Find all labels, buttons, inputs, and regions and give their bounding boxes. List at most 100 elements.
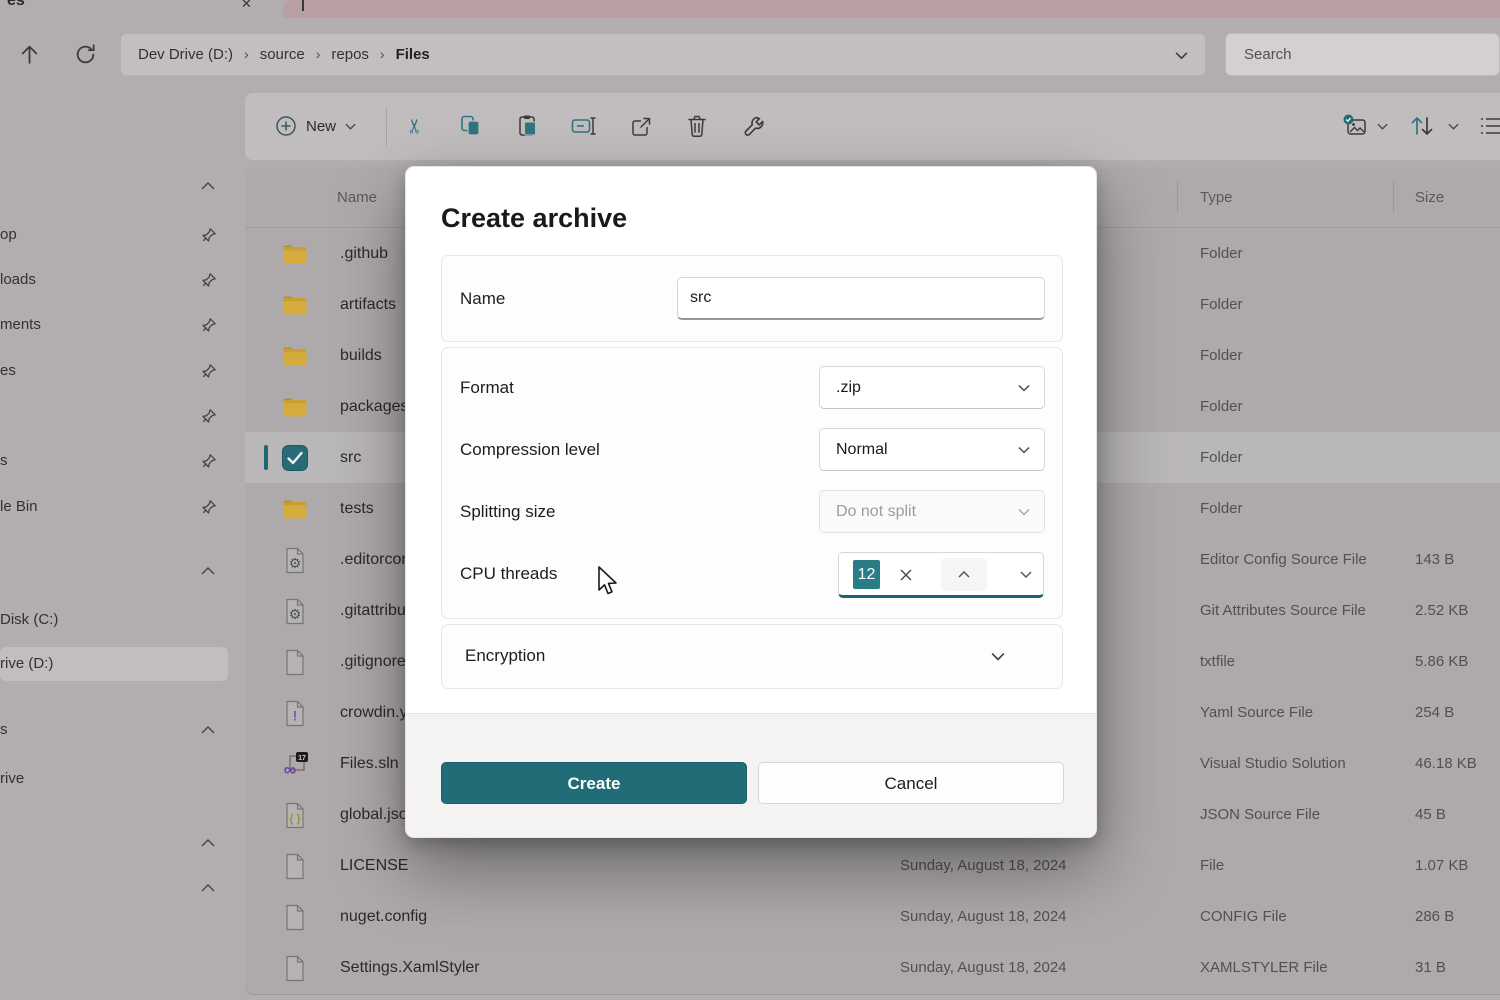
archive-name-input[interactable] [677,277,1045,320]
pin-icon[interactable] [200,408,217,425]
pin-icon[interactable] [200,499,217,516]
svg-text:⚙: ⚙ [289,606,302,622]
sidebar-item[interactable] [0,554,245,588]
file-type: txtfile [1200,636,1235,687]
pin-icon[interactable] [200,227,217,244]
sidebar-item[interactable]: rive [0,762,245,796]
view-options-button[interactable] [1340,106,1370,146]
file-row[interactable]: nuget.configSunday, August 18, 2024CONFI… [245,891,1500,942]
create-button[interactable]: Create [441,762,747,804]
properties-button[interactable] [734,106,774,146]
pin-icon[interactable] [200,317,217,334]
splitting-dropdown[interactable]: Do not split [819,490,1045,533]
cpu-threads-value[interactable]: 12 [853,560,880,589]
nav-up-button[interactable] [18,43,44,69]
search-box[interactable] [1225,33,1500,76]
sidebar-item[interactable]: Disk (C:) [0,603,245,637]
sidebar-item[interactable] [0,169,245,203]
breadcrumb: Dev Drive (D:)›source›repos›Files [138,34,430,75]
file-name: .github [340,228,388,279]
breadcrumb-item[interactable]: repos [331,46,369,63]
sidebar-item-selected[interactable]: rive (D:) [0,647,228,681]
sidebar-item[interactable]: loads [0,263,245,297]
chevron-up-icon[interactable] [201,884,215,892]
folder-icon [282,244,308,265]
file-type: Folder [1200,483,1243,534]
paste-button[interactable] [508,106,548,146]
address-bar[interactable]: Dev Drive (D:)›source›repos›Files [120,33,1206,76]
chevron-down-icon [1020,571,1032,578]
encryption-chevron[interactable] [991,652,1005,661]
share-icon [629,114,653,138]
sidebar-item-label: rive [0,762,24,796]
clear-icon[interactable] [899,568,913,582]
sidebar-item[interactable]: s [0,444,245,478]
delete-button[interactable] [677,106,717,146]
chevron-up-icon[interactable] [201,567,215,575]
search-input[interactable] [1226,34,1499,75]
folder-icon [282,346,308,367]
column-header-name[interactable]: Name [337,167,377,228]
sort-button[interactable] [1407,106,1437,146]
sidebar-item[interactable]: le Bin [0,490,245,524]
tab-caret [302,0,304,11]
cpu-threads-spinner[interactable]: 12 [838,552,1044,598]
svg-text:{ }: { } [289,813,301,825]
view-options-chevron[interactable] [1373,106,1391,146]
file-type: XAMLSTYLER File [1200,942,1328,993]
increment-button[interactable] [941,558,987,591]
tab-title[interactable]: es [7,0,25,10]
chevron-up-icon[interactable] [201,839,215,847]
sidebar-item-label: rive (D:) [0,647,53,681]
file-name: artifacts [340,279,396,330]
file-name: tests [340,483,374,534]
sidebar-item[interactable] [0,871,245,905]
share-button[interactable] [621,106,661,146]
address-dropdown-button[interactable] [1175,51,1188,60]
sidebar-item[interactable] [0,399,245,433]
sidebar-item[interactable]: ments [0,308,245,342]
details-view-button[interactable] [1480,106,1500,146]
rename-button[interactable] [564,106,604,146]
paste-icon [516,114,540,138]
decrement-button[interactable] [1007,558,1045,591]
format-label: Format [460,367,514,409]
pin-icon[interactable] [200,272,217,289]
chevron-up-icon[interactable] [201,182,215,190]
sidebar-item[interactable]: es [0,354,245,388]
folder-icon [282,499,308,520]
sidebar-item[interactable] [0,826,245,860]
folder-icon [282,295,308,316]
chevron-down-icon [1175,51,1188,60]
pin-icon[interactable] [200,453,217,470]
column-header-type[interactable]: Type [1200,167,1233,228]
up-arrow-icon [18,43,41,66]
file-row[interactable]: LICENSESunday, August 18, 2024File1.07 K… [245,840,1500,891]
checkbox-checked-icon[interactable] [282,445,308,471]
sort-chevron[interactable] [1444,106,1462,146]
sidebar-item[interactable]: op [0,218,245,252]
compression-dropdown[interactable]: Normal [819,428,1045,471]
column-header-size[interactable]: Size [1415,167,1444,228]
breadcrumb-item[interactable]: Dev Drive (D:) [138,46,233,63]
column-separator[interactable] [1177,181,1178,214]
chevron-up-icon[interactable] [201,726,215,734]
breadcrumb-item[interactable]: Files [396,46,430,63]
cut-button[interactable]: ✂ [395,106,435,146]
compression-label: Compression level [460,429,600,471]
cancel-button[interactable]: Cancel [758,762,1064,804]
file-size: 45 B [1415,789,1446,840]
sidebar-item[interactable]: s [0,713,245,747]
format-dropdown[interactable]: .zip [819,366,1045,409]
new-button[interactable]: New [265,106,366,146]
file-size: 143 B [1415,534,1454,585]
breadcrumb-item[interactable]: source [260,46,305,63]
pin-icon[interactable] [200,363,217,380]
nav-refresh-button[interactable] [74,43,100,69]
column-separator[interactable] [1393,181,1394,214]
file-type: CONFIG File [1200,891,1287,942]
file-name: Settings.XamlStyler [340,942,480,993]
tab-close-icon[interactable]: ✕ [241,0,252,12]
file-row[interactable]: Settings.XamlStylerSunday, August 18, 20… [245,942,1500,993]
copy-button[interactable] [451,106,491,146]
